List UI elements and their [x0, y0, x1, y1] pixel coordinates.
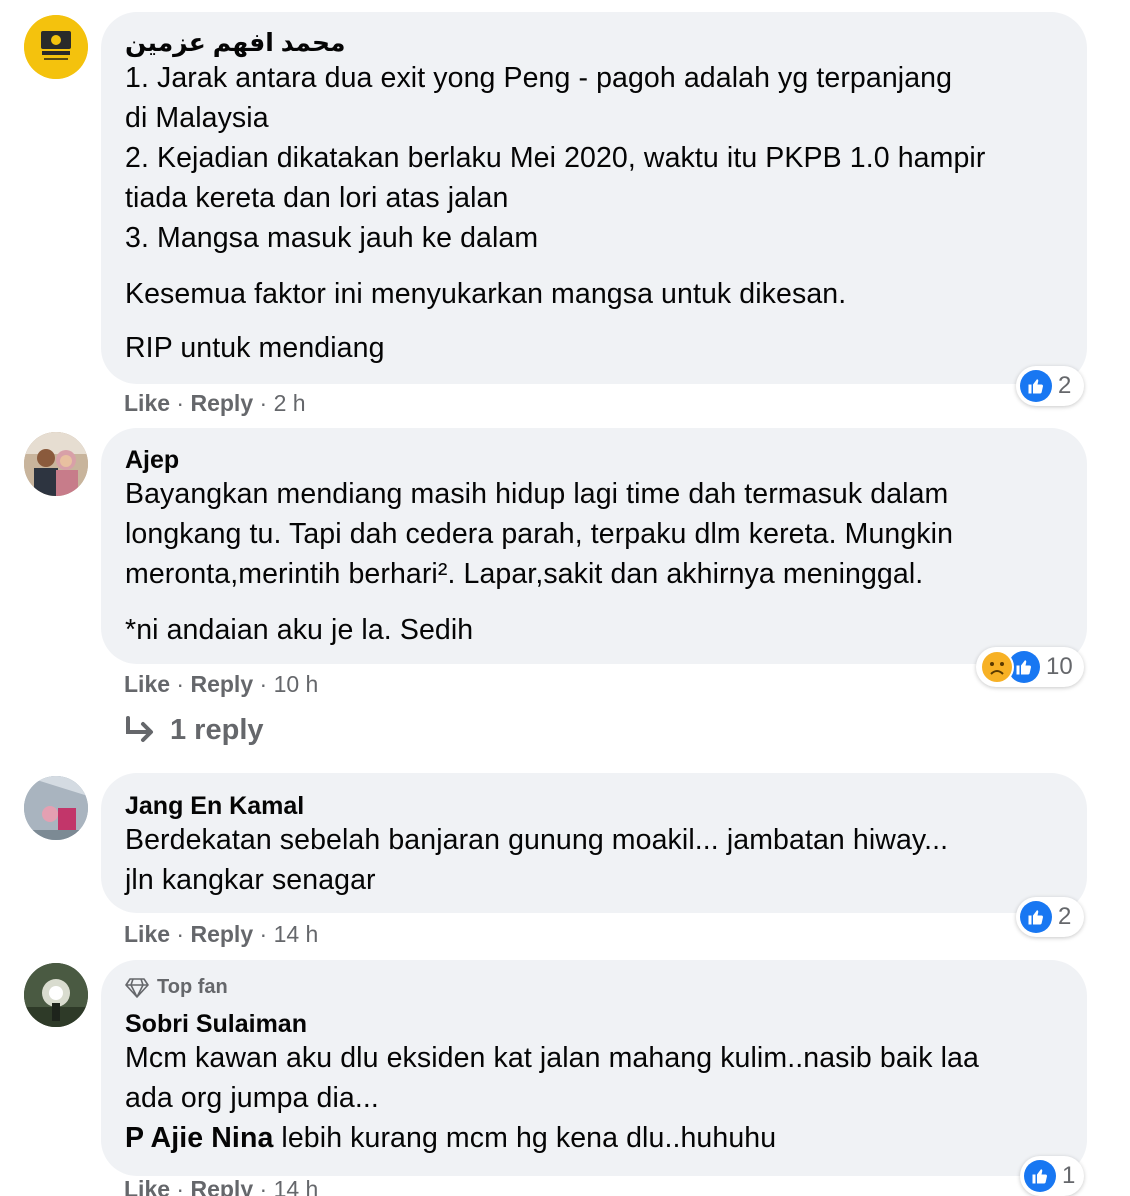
comment-text-line: 1. Jarak antara dua exit yong Peng - pag… — [125, 62, 953, 94]
comment-actions: Like · Reply · 2 h — [124, 390, 306, 417]
reaction-count: 2 — [1058, 903, 1072, 930]
reply-button[interactable]: Reply — [190, 921, 253, 947]
separator: · — [259, 671, 274, 697]
reaction-summary[interactable]: 1 — [1020, 1156, 1084, 1196]
like-button[interactable]: Like — [124, 390, 170, 416]
avatar[interactable] — [24, 776, 88, 840]
comment-actions: Like · Reply · 14 h — [124, 1176, 318, 1196]
comment-text-line: 2. Kejadian dikatakan berlaku Mei 2020, … — [125, 142, 986, 174]
separator: · — [176, 921, 191, 947]
comment-text-line: 3. Mangsa masuk jauh ke dalam — [125, 222, 539, 254]
avatar-photo-icon — [24, 776, 88, 840]
comment-text-line: RIP untuk mendiang — [125, 332, 385, 364]
comment-author[interactable]: محمد افهم عزمين — [125, 28, 345, 58]
comment-bubble: محمد افهم عزمين 1. Jarak antara dua exit… — [101, 12, 1087, 384]
replies-count-label: 1 reply — [170, 714, 264, 746]
separator: · — [176, 390, 191, 416]
comments-feed: محمد افهم عزمين 1. Jarak antara dua exit… — [0, 0, 1130, 1196]
avatar-logo-icon — [24, 15, 88, 79]
timestamp[interactable]: 14 h — [274, 1176, 319, 1196]
comment-text-line: P Ajie Nina lebih kurang mcm hg kena dlu… — [125, 1122, 776, 1155]
comment-bubble: Ajep Bayangkan mendiang masih hidup lagi… — [101, 428, 1087, 664]
reaction-summary[interactable]: 2 — [1016, 366, 1084, 406]
reaction-count: 10 — [1046, 653, 1073, 680]
separator: · — [259, 390, 274, 416]
avatar[interactable] — [24, 432, 88, 496]
view-replies-link[interactable]: 1 reply — [124, 714, 264, 747]
reply-arrow-icon — [126, 715, 153, 742]
avatar[interactable] — [24, 963, 88, 1027]
comment-text-line: Mcm kawan aku dlu eksiden kat jalan maha… — [125, 1042, 979, 1074]
avatar-photo-icon — [24, 432, 88, 496]
timestamp[interactable]: 10 h — [274, 671, 319, 697]
comment-bubble: Jang En Kamal Berdekatan sebelah banjara… — [101, 773, 1087, 913]
timestamp[interactable]: 2 h — [274, 390, 306, 416]
reply-button[interactable]: Reply — [190, 1176, 253, 1196]
comment-text-line: Kesemua faktor ini menyukarkan mangsa un… — [125, 278, 847, 310]
comment-text-line: Bayangkan mendiang masih hidup lagi time… — [125, 478, 949, 510]
separator: · — [176, 1176, 191, 1196]
thumbs-up-icon — [1020, 901, 1052, 933]
reaction-count: 1 — [1062, 1162, 1076, 1189]
reply-button[interactable]: Reply — [190, 671, 253, 697]
comment-author[interactable]: Jang En Kamal — [125, 792, 304, 821]
top-fan-label: Top fan — [157, 976, 228, 998]
reaction-count: 2 — [1058, 372, 1072, 399]
mention-text: lebih kurang mcm hg kena dlu..huhuhu — [273, 1122, 777, 1154]
thumbs-up-icon — [1020, 370, 1052, 402]
separator: · — [176, 671, 191, 697]
avatar[interactable] — [24, 15, 88, 79]
comment-text-line: *ni andaian aku je la. Sedih — [125, 614, 474, 646]
like-button[interactable]: Like — [124, 921, 170, 947]
like-button[interactable]: Like — [124, 671, 170, 697]
comment-bubble: Top fan Sobri Sulaiman Mcm kawan aku dlu… — [101, 960, 1087, 1176]
comment-author[interactable]: Ajep — [125, 446, 179, 475]
reaction-summary[interactable]: 2 — [1016, 897, 1084, 937]
reply-button[interactable]: Reply — [190, 390, 253, 416]
comment-text-line: jln kangkar senagar — [125, 864, 376, 896]
comment-text-line: meronta,merintih berhari². Lapar,sakit d… — [125, 558, 924, 590]
timestamp[interactable]: 14 h — [274, 921, 319, 947]
mention-link[interactable]: P Ajie Nina — [125, 1122, 273, 1154]
comment-text-line: tiada kereta dan lori atas jalan — [125, 182, 509, 214]
like-button[interactable]: Like — [124, 1176, 170, 1196]
comment-text-line: Berdekatan sebelah banjaran gunung moaki… — [125, 824, 949, 856]
comment-author[interactable]: Sobri Sulaiman — [125, 1010, 307, 1039]
comment-actions: Like · Reply · 10 h — [124, 671, 318, 698]
separator: · — [259, 921, 274, 947]
top-fan-badge: Top fan — [125, 976, 228, 999]
diamond-icon — [125, 977, 149, 998]
avatar-photo-icon — [24, 963, 88, 1027]
separator: · — [259, 1176, 274, 1196]
reaction-summary[interactable]: 10 — [976, 647, 1084, 687]
comment-text-line: ada org jumpa dia... — [125, 1082, 379, 1114]
comment-text-line: longkang tu. Tapi dah cedera parah, terp… — [125, 518, 954, 550]
comment-actions: Like · Reply · 14 h — [124, 921, 318, 948]
comment-text-line: di Malaysia — [125, 102, 269, 134]
thumbs-up-icon — [1024, 1160, 1056, 1192]
sad-face-icon — [980, 650, 1014, 684]
